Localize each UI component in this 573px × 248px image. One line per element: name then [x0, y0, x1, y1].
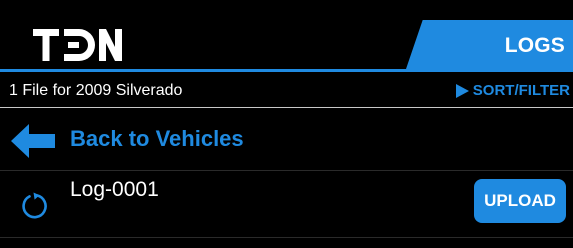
row-divider	[0, 237, 573, 238]
upload-button[interactable]: UPLOAD	[474, 179, 566, 223]
back-to-vehicles-label: Back to Vehicles	[70, 126, 244, 151]
arrow-left-icon	[11, 124, 55, 158]
back-to-vehicles-button[interactable]: Back to Vehicles	[0, 108, 573, 170]
logo-mark	[33, 29, 122, 61]
log-name: Log-0001	[70, 178, 159, 201]
sort-filter-label: SORT/FILTER	[472, 82, 570, 99]
tdn-logo	[33, 29, 123, 61]
file-info-bar: 1 File for 2009 Silverado SORT/FILTER	[0, 72, 573, 107]
refresh-icon	[22, 192, 47, 219]
screen-title: LOGS	[504, 34, 565, 57]
play-icon	[455, 83, 469, 98]
sort-filter-button[interactable]: SORT/FILTER	[455, 72, 570, 109]
app-header: LOGS	[0, 0, 573, 69]
log-list-item[interactable]: Log-0001 UPLOAD	[0, 171, 573, 237]
file-count-text: 1 File for 2009 Silverado	[9, 82, 183, 99]
screen-title-tab: LOGS	[406, 20, 573, 69]
